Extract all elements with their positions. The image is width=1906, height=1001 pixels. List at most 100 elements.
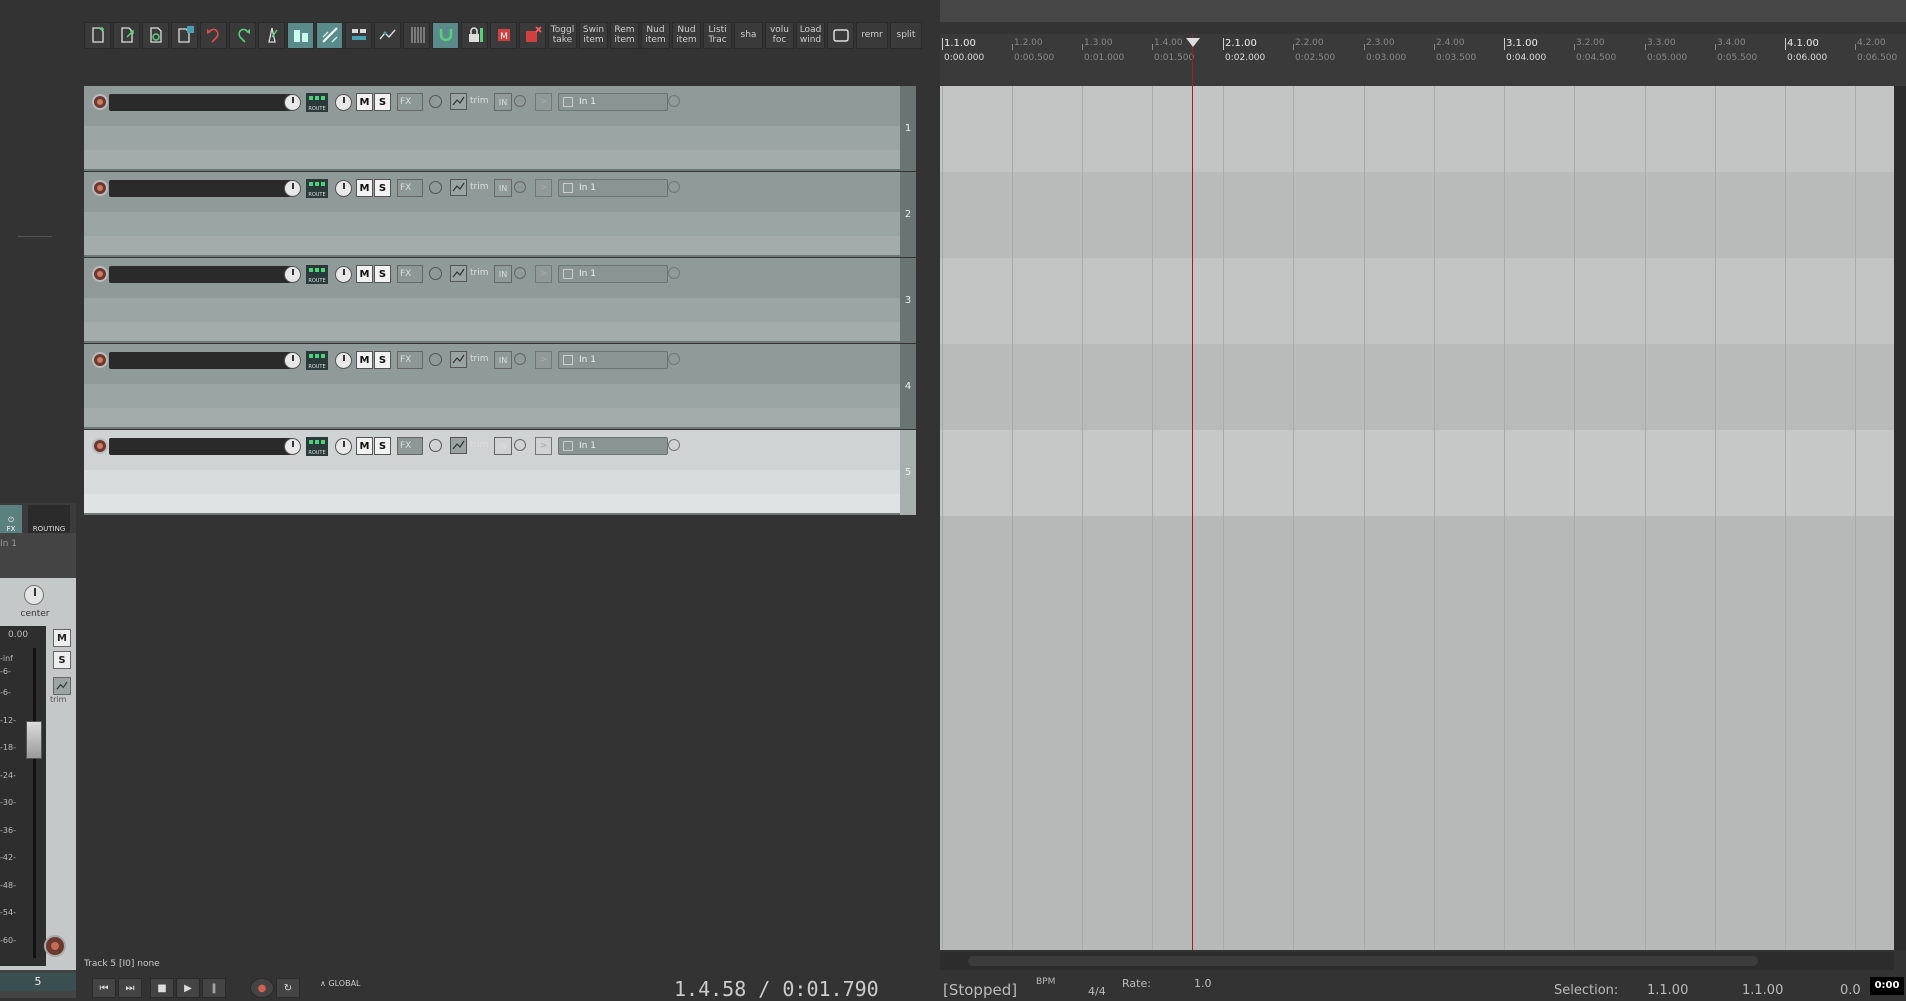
- route-button[interactable]: ROUTE: [306, 93, 328, 112]
- monitor-icon[interactable]: >: [535, 93, 552, 111]
- pan-knob[interactable]: [335, 438, 352, 455]
- track-lane-3[interactable]: [940, 258, 1894, 344]
- monitor-icon[interactable]: >: [535, 179, 552, 197]
- fx-button[interactable]: FX: [397, 437, 423, 455]
- midi-editor-button[interactable]: M: [490, 21, 517, 49]
- input-select[interactable]: In 1: [558, 93, 668, 111]
- screenset-button[interactable]: [827, 21, 854, 49]
- solo-button[interactable]: S: [374, 179, 391, 197]
- toolbar-nudge-item-right-button[interactable]: Nud item: [672, 21, 701, 49]
- stop-button[interactable]: ■: [150, 978, 174, 998]
- metronome-button[interactable]: [258, 21, 285, 49]
- monitor-icon[interactable]: >: [535, 265, 552, 283]
- undo-button[interactable]: [200, 21, 227, 49]
- mixer-volume-fader[interactable]: [26, 721, 42, 759]
- horizontal-scrollbar[interactable]: [940, 952, 1894, 970]
- phase-icon[interactable]: [429, 181, 442, 194]
- track-name-field[interactable]: [109, 94, 293, 111]
- midi-close-button[interactable]: [519, 21, 546, 49]
- repeat-button[interactable]: ↻: [276, 978, 300, 998]
- fx-button[interactable]: FX: [397, 93, 423, 111]
- track-name-field[interactable]: [109, 266, 293, 283]
- track-row-1[interactable]: ROUTE M S FX trim IN > In 1 1: [84, 86, 916, 171]
- envelope-button[interactable]: [450, 437, 467, 454]
- toolbar-toggle-take-button[interactable]: Toggl take: [548, 21, 577, 49]
- solo-button[interactable]: S: [374, 351, 391, 369]
- scroll-thumb[interactable]: [968, 956, 1758, 966]
- input-select[interactable]: In 1: [558, 437, 668, 455]
- chevron-down-icon[interactable]: [668, 181, 680, 193]
- record-arm-button[interactable]: [92, 180, 108, 196]
- playhead-marker-icon[interactable]: [1186, 38, 1200, 47]
- chevron-down-icon[interactable]: [514, 439, 526, 451]
- route-button[interactable]: ROUTE: [306, 265, 328, 284]
- phase-icon[interactable]: [429, 95, 442, 108]
- rate-value[interactable]: 1.0: [1194, 977, 1212, 990]
- fx-button[interactable]: FX: [397, 179, 423, 197]
- phase-icon[interactable]: [429, 353, 442, 366]
- route-button[interactable]: ROUTE: [306, 437, 328, 456]
- envelope-button[interactable]: [450, 179, 467, 196]
- go-to-start-button[interactable]: ⏮: [92, 978, 116, 998]
- snap-button[interactable]: [432, 21, 459, 49]
- toolbar-list-tracks-button[interactable]: Listi Trac: [703, 21, 732, 49]
- chevron-down-icon[interactable]: [668, 267, 680, 279]
- input-monitor-button[interactable]: IN: [494, 437, 512, 455]
- time-signature[interactable]: 4/4: [1088, 985, 1106, 998]
- chevron-down-icon[interactable]: [668, 95, 680, 107]
- volume-knob[interactable]: [284, 180, 301, 197]
- chevron-down-icon[interactable]: [668, 353, 680, 365]
- envelope-button[interactable]: [450, 93, 467, 110]
- volume-knob[interactable]: [284, 266, 301, 283]
- mixer-pan-knob[interactable]: [24, 585, 44, 605]
- selection-length[interactable]: 0.0: [1840, 983, 1861, 998]
- mixer-input-select[interactable]: In 1: [0, 539, 70, 553]
- save-project-button[interactable]: [142, 21, 169, 49]
- mixer-solo-button[interactable]: S: [53, 651, 71, 669]
- track-row-3[interactable]: ROUTE M S FX trim IN > In 1 3: [84, 258, 916, 343]
- route-button[interactable]: ROUTE: [306, 351, 328, 370]
- toolbar-load-window-button[interactable]: Load wind: [796, 21, 825, 49]
- record-arm-button[interactable]: [92, 94, 108, 110]
- toolbar-remr-button[interactable]: remr: [856, 21, 888, 49]
- grid-button[interactable]: [403, 21, 430, 49]
- pan-knob[interactable]: [335, 266, 352, 283]
- track-name-field[interactable]: [109, 352, 293, 369]
- track-lane-2[interactable]: [940, 172, 1894, 258]
- envelope-lock-button[interactable]: [374, 21, 401, 49]
- input-monitor-button[interactable]: IN: [494, 351, 512, 369]
- toolbar-split-button[interactable]: split: [890, 21, 922, 49]
- toolbar-remove-item-button[interactable]: Rem item: [610, 21, 639, 49]
- redo-button[interactable]: [229, 21, 256, 49]
- selection-start[interactable]: 1.1.00: [1647, 983, 1688, 998]
- volume-knob[interactable]: [284, 438, 301, 455]
- pan-knob[interactable]: [335, 180, 352, 197]
- selection-end[interactable]: 1.1.00: [1742, 983, 1783, 998]
- chevron-down-icon[interactable]: [514, 181, 526, 193]
- envelope-button[interactable]: [450, 265, 467, 282]
- input-monitor-button[interactable]: IN: [494, 93, 512, 111]
- mute-button[interactable]: M: [356, 93, 373, 111]
- monitor-icon[interactable]: >: [535, 437, 552, 455]
- mixer-fx-button[interactable]: ⏻ FX: [0, 505, 22, 533]
- track-row-5[interactable]: ROUTE M S FX trim IN > In 1 5: [84, 430, 916, 515]
- vertical-scrollbar[interactable]: [1894, 86, 1906, 950]
- volume-knob[interactable]: [284, 352, 301, 369]
- input-monitor-button[interactable]: IN: [494, 179, 512, 197]
- solo-button[interactable]: S: [374, 265, 391, 283]
- input-select[interactable]: In 1: [558, 265, 668, 283]
- play-button[interactable]: ▶: [176, 978, 200, 998]
- auto-crossfade-button[interactable]: [287, 21, 314, 49]
- go-to-end-button[interactable]: ⏭: [118, 978, 142, 998]
- ripple-edit-button[interactable]: [316, 21, 343, 49]
- mute-button[interactable]: M: [356, 265, 373, 283]
- project-settings-button[interactable]: [171, 21, 198, 49]
- track-lane-1[interactable]: [940, 86, 1894, 172]
- input-select[interactable]: In 1: [558, 351, 668, 369]
- track-name-field[interactable]: [109, 438, 293, 455]
- mute-button[interactable]: M: [356, 351, 373, 369]
- global-automation-button[interactable]: ∧ GLOBAL: [320, 979, 361, 988]
- mixer-envelope-button[interactable]: [53, 677, 71, 695]
- envelope-button[interactable]: [450, 351, 467, 368]
- solo-button[interactable]: S: [374, 93, 391, 111]
